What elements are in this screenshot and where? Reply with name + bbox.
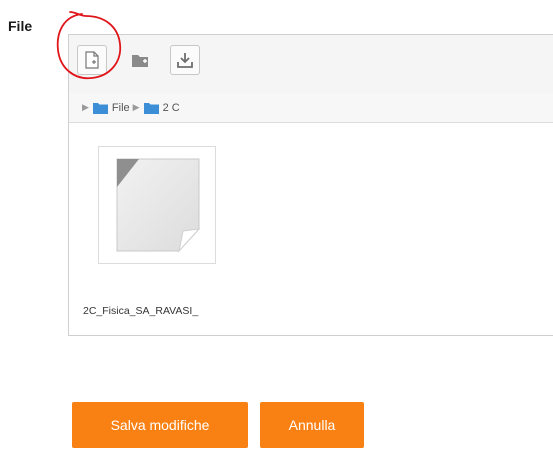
file-thumbnail (98, 146, 216, 264)
save-button[interactable]: Salva modifiche (72, 402, 248, 448)
add-file-button[interactable] (77, 45, 107, 75)
breadcrumb-arrow-icon: ▶ (82, 102, 89, 112)
file-name: 2C_Fisica_SA_RAVASI_ (83, 305, 199, 317)
breadcrumb-item-folder[interactable]: 2 C (143, 101, 180, 114)
breadcrumb: ▶ File ▶ 2 C (69, 93, 553, 123)
folder-icon (143, 102, 159, 114)
breadcrumb-arrow-icon: ▶ (132, 102, 140, 112)
create-folder-icon (131, 52, 149, 68)
create-folder-button[interactable] (125, 45, 155, 75)
breadcrumb-item-root[interactable]: File (92, 101, 130, 114)
download-all-button[interactable] (170, 45, 200, 75)
breadcrumb-label: File (111, 101, 130, 114)
breadcrumb-label: 2 C (162, 101, 180, 114)
file-manager: ▶ File ▶ 2 C 2C_Fisica_SA_RAVASI_ (68, 34, 553, 336)
cancel-button[interactable]: Annulla (260, 402, 364, 448)
download-icon (176, 51, 194, 69)
folder-icon (92, 102, 108, 114)
document-icon (116, 158, 201, 253)
add-file-icon (84, 51, 100, 69)
file-manager-toolbar (69, 35, 553, 94)
file-list: 2C_Fisica_SA_RAVASI_ (69, 124, 553, 335)
field-label: File (8, 18, 33, 34)
